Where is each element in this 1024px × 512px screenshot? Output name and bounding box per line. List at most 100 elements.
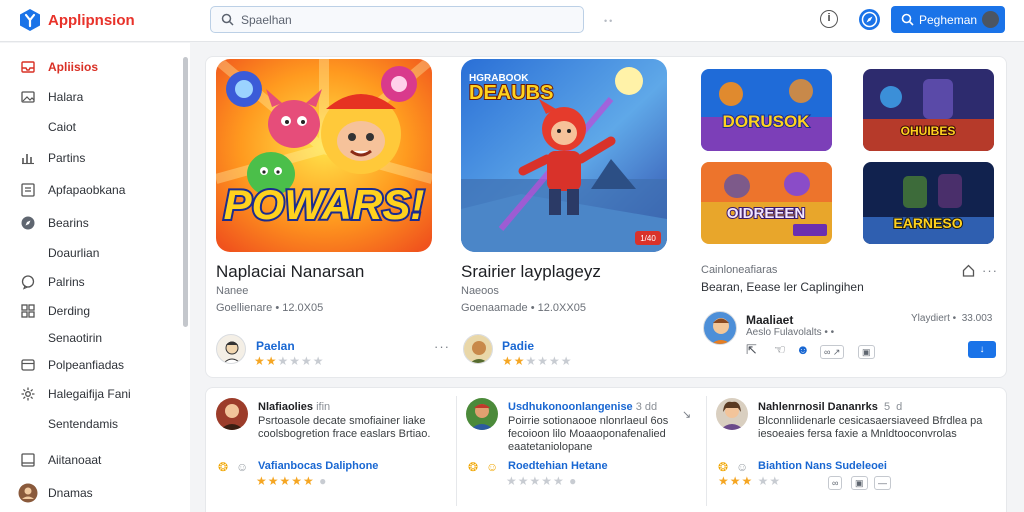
sidebar-item-label: Dnamas: [48, 486, 93, 500]
sidebar-scrollbar[interactable]: [183, 57, 188, 327]
more-options-icon[interactable]: ···: [982, 263, 998, 278]
sidebar-item-bearins[interactable]: Bearins: [0, 211, 180, 235]
link-chip[interactable]: ∞: [828, 476, 843, 490]
sidebar-item-apliisios[interactable]: Apliisios: [0, 55, 180, 79]
award-icon: ❂: [718, 460, 729, 474]
review-card[interactable]: Usdhukonoonlangenise 3 dd ↘ Poirrie soti…: [456, 388, 706, 512]
search-icon: [221, 13, 234, 26]
sidebar-item-apfapaobkana[interactable]: Apfapaobkana: [0, 178, 180, 202]
sidebar-item-dnamas[interactable]: Dnamas: [0, 481, 180, 505]
rating-stars: ★★★★★ ●: [256, 474, 327, 488]
more-chip[interactable]: —: [874, 476, 891, 490]
search-input[interactable]: [241, 11, 571, 29]
reviewer-avatar[interactable]: [466, 398, 498, 430]
developer-name[interactable]: Maaliaet: [746, 313, 793, 327]
sidebar-item-sentendamis[interactable]: Sentendamis: [0, 412, 180, 436]
sidebar-item-derding[interactable]: Derding: [0, 299, 180, 323]
user-avatar[interactable]: [982, 11, 999, 28]
image-icon: [21, 91, 35, 103]
award-icon: ❂: [218, 460, 229, 474]
thumbnail-art-text: OHUIBES: [901, 124, 956, 138]
developer-avatar[interactable]: [463, 334, 493, 364]
rating-stars: ★★★★★ ●: [506, 474, 577, 488]
sidebar-item-halegaifija-fani[interactable]: Halegaifija Fani: [0, 382, 180, 406]
emoji-icon[interactable]: ☺: [486, 460, 498, 474]
top-app-bar: Applipnsion •• i Pegheman: [0, 0, 1024, 42]
sidebar-item-polpeanfiadas[interactable]: Polpeanfiadas: [0, 353, 180, 377]
account-button[interactable]: Pegheman: [891, 6, 1005, 33]
sidebar-item-senaotirin[interactable]: Senaotirin: [0, 326, 180, 350]
sidebar-item-halara[interactable]: Halara: [0, 85, 180, 109]
game-thumbnail[interactable]: OIDREEEN: [701, 162, 832, 244]
featured-title[interactable]: Srairier layplageyz: [461, 262, 601, 282]
featured-game-art-2[interactable]: HGRABOOK DEAUBS 1/40: [461, 59, 667, 252]
download-button[interactable]: ↓: [968, 341, 996, 358]
game-thumbnail[interactable]: EARNESO: [863, 162, 994, 244]
share-icon[interactable]: ⇱: [746, 342, 757, 358]
featured-meta: Goellienare • 12.0X05: [216, 302, 324, 314]
featured-title[interactable]: Naplaciai Nanarsan: [216, 262, 364, 282]
card-icon: [21, 359, 35, 371]
sidebar-item-label: Halara: [48, 90, 84, 104]
star-icon: ★★★★★: [256, 474, 315, 488]
info-icon[interactable]: i: [820, 10, 838, 28]
sidebar-item-label: Derding: [48, 304, 91, 318]
game-thumbnail[interactable]: OHUIBES: [863, 69, 994, 151]
compass-icon: [861, 11, 878, 28]
sidebar-item-doaurlian[interactable]: Doaurlian: [0, 241, 180, 265]
thumbnail-art-text: DORUSOK: [723, 112, 811, 131]
review-tag[interactable]: Roedtehian Hetane: [508, 460, 608, 472]
review-card[interactable]: Nlafiaolies ifin Psrtoasole decate smofi…: [206, 388, 456, 512]
emoji-icon[interactable]: ☺: [736, 460, 748, 474]
section-label: Cainloneafiaras: [701, 264, 778, 276]
app-logo-icon[interactable]: [18, 8, 42, 32]
developer-avatar[interactable]: [216, 334, 246, 364]
sidebar-item-label: Bearins: [48, 216, 89, 230]
review-text: Poirrie sotionaooe nlonrlaeul 6os fecoio…: [508, 415, 669, 453]
layout-icon: [21, 453, 35, 467]
reviewer-avatar[interactable]: [216, 398, 248, 430]
expand-chip[interactable]: ▣: [851, 476, 868, 490]
star-icon: ★★★★★: [506, 474, 565, 488]
featured-art-badge: 1/40: [640, 234, 656, 243]
more-options-icon[interactable]: ···: [434, 339, 450, 354]
developer-avatar[interactable]: [703, 311, 737, 345]
featured-panel: POWARS! Naplaciai Nanarsan Nanee Goellie…: [205, 56, 1007, 378]
game-thumbnail[interactable]: DORUSOK: [701, 69, 832, 151]
sidebar-item-label: Caiot: [48, 120, 77, 134]
explore-icon[interactable]: [859, 9, 880, 30]
review-card[interactable]: Nahlenrnosil Dananrks 5 d Blconnliidenar…: [706, 388, 982, 512]
reviewer-name-text: Usdhukonoonlangenise: [508, 401, 633, 413]
rating-stars: ★★★ ★★: [718, 474, 781, 488]
featured-game-art-1[interactable]: POWARS!: [216, 59, 432, 252]
thumbs-up-icon[interactable]: ☜: [774, 342, 786, 358]
developer-name[interactable]: Padie: [502, 339, 534, 353]
sidebar-item-label: Polpeanfiadas: [48, 358, 125, 372]
document-icon: [21, 183, 35, 197]
star-icon: ★★: [254, 354, 278, 368]
link-chip[interactable]: ∞ ↗: [820, 345, 845, 359]
sidebar-item-aiitanoaat[interactable]: Aiitanoaat: [0, 448, 180, 472]
sidebar-item-label: Apliisios: [48, 60, 99, 74]
star-icon: ★★★★: [277, 354, 325, 368]
expand-chip[interactable]: ▣: [858, 345, 875, 359]
developer-name[interactable]: Paelan: [256, 339, 295, 353]
featured-subtitle: Naeoos: [461, 285, 499, 297]
review-tag[interactable]: Biahtion Nans Sudeleoei: [758, 460, 887, 472]
reviewer-name: Nahlenrnosil Dananrks 5 d: [758, 401, 902, 413]
release-date: Ylaydiert • 33.003: [911, 313, 993, 324]
sidebar-item-caiot[interactable]: Caiot: [0, 115, 180, 139]
emoji-icon[interactable]: ☺: [236, 460, 248, 474]
review-tag[interactable]: Vafianbocas Daliphone: [258, 460, 378, 472]
search-bar[interactable]: [210, 6, 584, 33]
group-icon[interactable]: ☻: [796, 342, 810, 357]
home-icon[interactable]: [962, 264, 975, 277]
featured-art-text: POWARS!: [224, 181, 425, 228]
reviewer-avatar[interactable]: [716, 398, 748, 430]
award-icon: ❂: [468, 460, 479, 474]
reviews-panel: Nlafiaolies ifin Psrtoasole decate smofi…: [205, 387, 1007, 512]
sidebar-item-palrins[interactable]: Palrins: [0, 270, 180, 294]
settings-icon: [21, 387, 35, 401]
sidebar-item-partins[interactable]: Partins: [0, 146, 180, 170]
sidebar-item-label: Halegaifija Fani: [48, 387, 131, 401]
